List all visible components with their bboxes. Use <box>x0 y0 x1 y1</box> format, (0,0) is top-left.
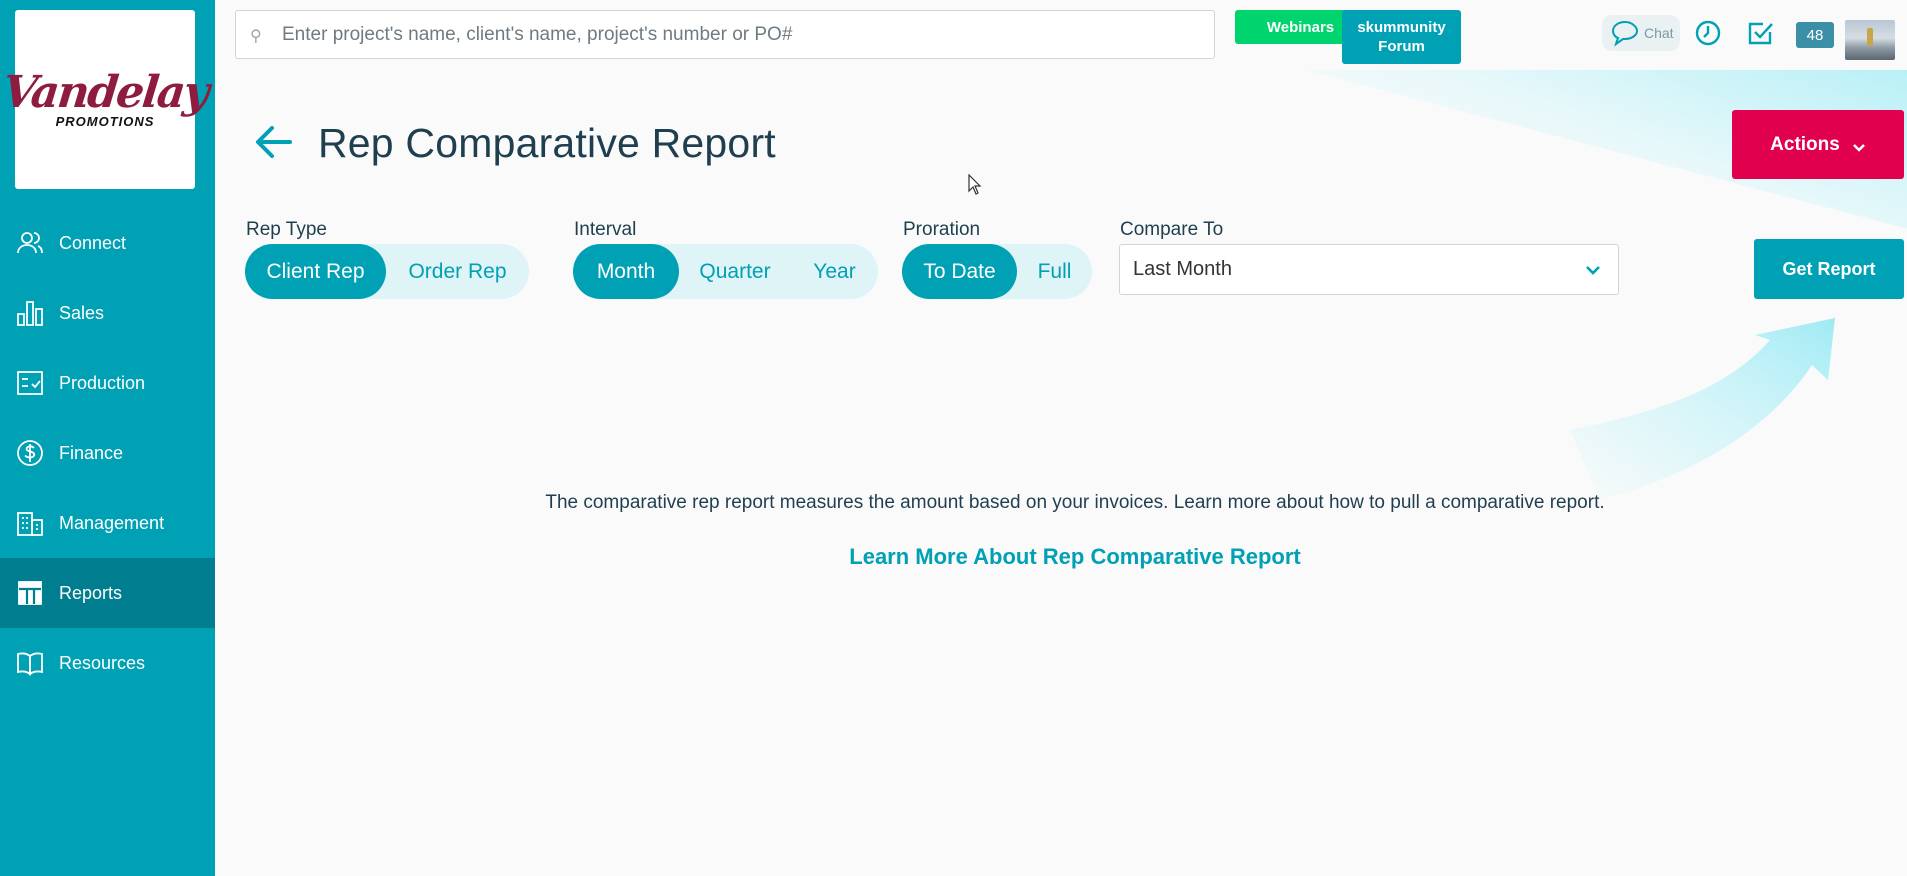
sidebar-item-finance[interactable]: Finance <box>0 418 215 488</box>
sidebar-item-label: Connect <box>59 232 127 253</box>
proration-toggle: To Date Full <box>902 244 1092 299</box>
sidebar-item-label: Management <box>59 512 165 533</box>
sidebar-item-management[interactable]: Management <box>0 488 215 558</box>
table-icon <box>15 578 45 608</box>
sidebar-item-resources[interactable]: Resources <box>0 628 215 698</box>
mouse-cursor-icon <box>968 174 982 195</box>
rep-type-option-client-rep[interactable]: Client Rep <box>245 244 386 299</box>
rep-type-option-order-rep[interactable]: Order Rep <box>386 244 529 299</box>
building-icon <box>15 508 45 538</box>
page-title: Rep Comparative Report <box>318 120 776 166</box>
proration-option-to-date[interactable]: To Date <box>902 244 1017 299</box>
sidebar-item-production[interactable]: Production <box>0 348 215 418</box>
dollar-icon <box>15 438 45 468</box>
sidebar: Vandelay PROMOTIONS Connect Sales Produc… <box>0 0 215 876</box>
chat-bubble-icon <box>1611 20 1639 47</box>
interval-label: Interval <box>574 219 637 240</box>
sidebar-item-sales[interactable]: Sales <box>0 278 215 348</box>
compare-to-label: Compare To <box>1120 219 1224 240</box>
sidebar-item-connect[interactable]: Connect <box>0 208 215 278</box>
learn-more-link[interactable]: Learn More About Rep Comparative Report <box>215 544 1907 570</box>
user-avatar[interactable] <box>1845 20 1895 60</box>
rep-type-label: Rep Type <box>246 219 327 240</box>
compare-to-select[interactable]: Last Month <box>1119 244 1619 295</box>
proration-option-full[interactable]: Full <box>1017 244 1092 299</box>
compare-to-value: Last Month <box>1133 258 1232 280</box>
sidebar-item-label: Reports <box>59 582 123 603</box>
sidebar-nav: Connect Sales Production Finance Managem… <box>0 208 215 698</box>
chevron-down-icon <box>1852 138 1866 152</box>
sidebar-item-label: Sales <box>59 302 105 323</box>
rep-type-toggle: Client Rep Order Rep <box>245 244 529 299</box>
decorative-arrow-icon <box>1570 318 1835 500</box>
chat-label: Chat <box>1644 25 1674 41</box>
sidebar-item-label: Resources <box>59 652 146 673</box>
task-checkbox-icon[interactable] <box>1746 18 1776 48</box>
sidebar-item-label: Production <box>59 372 146 393</box>
interval-option-quarter[interactable]: Quarter <box>679 244 791 299</box>
users-icon <box>15 228 45 258</box>
search-input[interactable] <box>282 23 1182 46</box>
actions-button[interactable]: Actions <box>1732 110 1904 179</box>
back-arrow-icon[interactable] <box>250 118 298 166</box>
chevron-down-icon <box>1584 261 1602 279</box>
interval-option-year[interactable]: Year <box>791 244 878 299</box>
search-icon: ⚲ <box>250 27 262 45</box>
bar-chart-icon <box>15 298 45 328</box>
proration-label: Proration <box>903 219 981 240</box>
book-icon <box>15 648 45 678</box>
report-description: The comparative rep report measures the … <box>545 492 1605 513</box>
sidebar-item-reports[interactable]: Reports <box>0 558 215 628</box>
actions-label: Actions <box>1770 133 1840 155</box>
company-logo[interactable]: Vandelay PROMOTIONS <box>0 10 210 189</box>
interval-toggle: Month Quarter Year <box>573 244 878 299</box>
clock-icon[interactable] <box>1693 18 1723 48</box>
notification-badge[interactable]: 48 <box>1796 22 1834 48</box>
forum-button[interactable]: skummunity Forum <box>1342 10 1461 64</box>
chat-button[interactable]: Chat <box>1602 15 1680 51</box>
search-bar: ⚲ <box>235 10 1215 59</box>
logo-wordmark: Vandelay <box>0 67 210 118</box>
interval-option-month[interactable]: Month <box>573 244 679 299</box>
sidebar-item-label: Finance <box>59 442 124 463</box>
get-report-button[interactable]: Get Report <box>1754 239 1904 299</box>
checklist-icon <box>15 368 45 398</box>
